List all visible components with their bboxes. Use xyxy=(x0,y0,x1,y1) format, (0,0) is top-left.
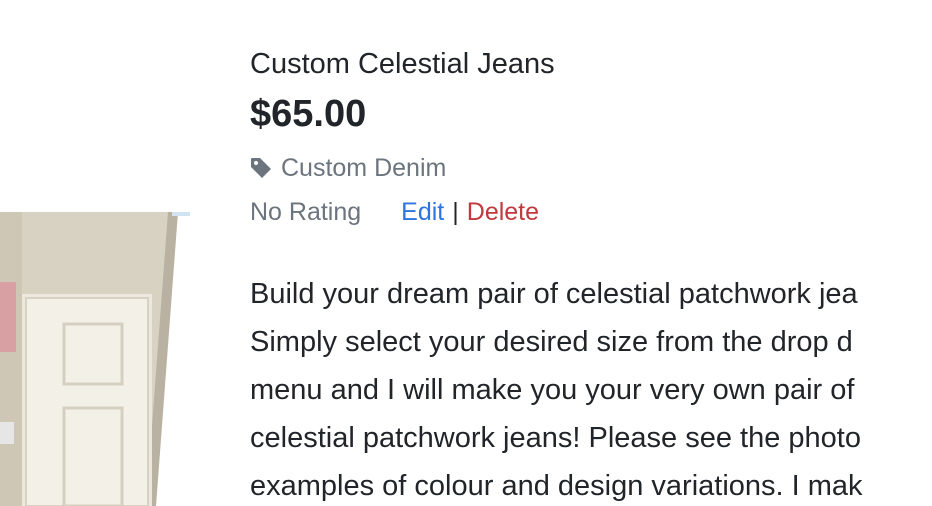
description-line: Simply select your desired size from the… xyxy=(250,326,853,358)
rating-text: No Rating xyxy=(250,198,362,226)
product-image xyxy=(0,212,190,506)
description-line: Build your dream pair of celestial patch… xyxy=(250,278,858,310)
delete-link[interactable]: Delete xyxy=(467,194,539,230)
product-page: Custom Celestial Jeans $65.00 Custom Den… xyxy=(0,0,932,506)
description-line: menu and I will make you your very own p… xyxy=(250,374,855,406)
description-line: examples of colour and design variations… xyxy=(250,470,863,502)
category-row: Custom Denim xyxy=(250,150,932,186)
description-line: celestial patchwork jeans! Please see th… xyxy=(250,422,861,454)
product-price: $65.00 xyxy=(250,93,367,135)
tag-icon xyxy=(250,157,272,179)
separator: | xyxy=(452,198,459,226)
product-description: Build your dream pair of celestial patch… xyxy=(250,270,932,506)
product-title: Custom Celestial Jeans xyxy=(250,48,555,80)
rating-actions-row: No Rating Edit | Delete xyxy=(250,194,932,230)
edit-link[interactable]: Edit xyxy=(401,194,444,230)
category-label[interactable]: Custom Denim xyxy=(281,150,446,186)
product-details: Custom Celestial Jeans $65.00 Custom Den… xyxy=(250,44,932,506)
